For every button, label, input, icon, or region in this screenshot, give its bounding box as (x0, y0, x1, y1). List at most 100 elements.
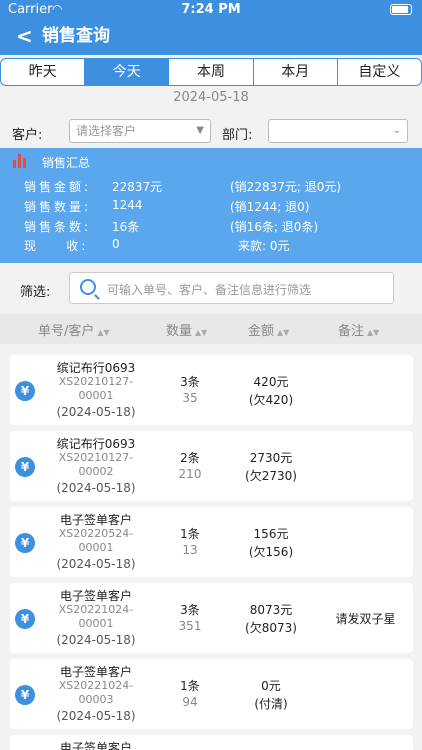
summary-detail: (销22837元; 退0元) (230, 180, 342, 194)
summary-value: 22837元 (112, 180, 163, 194)
yen-icon: ¥ (15, 609, 35, 629)
search-icon (80, 279, 96, 295)
row-note: 请发双子星 (335, 612, 396, 626)
bar-chart-icon (13, 154, 31, 168)
search-input[interactable]: 可输入单号、客户、备注信息进行筛选 (69, 272, 394, 304)
row-quantity: 210 (178, 467, 202, 481)
row-owed: (欠8073) (245, 621, 297, 635)
order-date: (2024-05-18) (56, 557, 136, 571)
order-number: XS20210127- 00001 (46, 375, 146, 403)
row-owed: (付清) (254, 697, 288, 711)
col-label: 备注 (338, 324, 365, 339)
customer-name: 缤记布行0693 (56, 361, 136, 375)
row-quantity: 351 (178, 619, 202, 633)
col-note[interactable]: 备注 ▲▼ (338, 320, 379, 339)
summary-label: 销售金额: (24, 180, 92, 194)
order-number-part: XS20221024- (58, 679, 134, 692)
yen-icon: ¥ (15, 457, 35, 477)
current-date[interactable]: 2024-05-18 (0, 90, 422, 105)
search-row: 筛选: 可输入单号、客户、备注信息进行筛选 (0, 272, 422, 304)
yen-icon: ¥ (15, 381, 35, 401)
col-order-customer[interactable]: 单号/客户 ▲▼ (38, 320, 110, 339)
order-number-part: XS20221024- (58, 603, 134, 616)
col-label: 金额 (248, 324, 275, 339)
table-row[interactable]: ¥ 电子签单客户 XS20221024- 00001 (2024-05-18) 3… (10, 583, 413, 653)
order-date: (2024-05-18) (56, 481, 136, 495)
table-row[interactable]: ¥ 缤记布行0693 XS20210127- 00001 (2024-05-18)… (10, 355, 413, 425)
tab-custom[interactable]: 自定义 (338, 59, 421, 85)
chevron-down-icon: ⌄ (392, 125, 401, 136)
row-count: 2条 (180, 451, 200, 465)
order-number-part: 00001 (78, 541, 114, 554)
summary-detail: (销16条; 退0条) (230, 220, 319, 234)
customer-name: 电子签单客户 (59, 741, 132, 750)
summary-label: 销售条数: (24, 220, 92, 234)
clock: 7:24 PM (181, 2, 241, 17)
summary-value: 16条 (112, 220, 140, 234)
table-row[interactable]: ¥ 电子签单客户 XS20221024- 00003 (2024-05-18) 1… (10, 659, 413, 729)
back-icon[interactable]: < (16, 22, 33, 50)
sort-icon: ▲▼ (97, 328, 110, 337)
order-number-part: 00003 (78, 693, 114, 706)
col-qty[interactable]: 数量 ▲▼ (166, 320, 207, 339)
row-quantity: 35 (182, 391, 198, 405)
row-owed: (欠156) (248, 545, 294, 559)
caret-down-icon: ▼ (196, 125, 204, 136)
table-row[interactable]: ¥ 缤记布行0693 XS20210127- 00002 (2024-05-18)… (10, 431, 413, 501)
summary-value: 1244 (112, 198, 143, 212)
sales-summary: 销售汇总 销售金额: 22837元 (销22837元; 退0元) 销售数量: 1… (0, 148, 422, 263)
customer-placeholder: 请选择客户 (76, 124, 137, 138)
row-quantity: 94 (182, 695, 198, 709)
customer-name: 电子签单客户 (59, 665, 132, 679)
order-number: XS20210127- 00002 (46, 451, 146, 479)
row-count: 1条 (180, 527, 200, 541)
customer-select[interactable]: 请选择客户 ▼ (69, 119, 211, 143)
order-number-part: 00002 (78, 465, 114, 478)
summary-value: 0 (112, 237, 120, 251)
col-amount[interactable]: 金额 ▲▼ (248, 320, 289, 339)
page-title: 销售查询 (42, 26, 110, 46)
summary-row: 销售条数: 16条 (销16条; 退0条) (24, 218, 404, 236)
tab-this-month[interactable]: 本月 (254, 59, 338, 85)
customer-name: 缤记布行0693 (56, 437, 136, 451)
summary-label: 销售数量: (24, 200, 92, 214)
row-count: 3条 (180, 375, 200, 389)
summary-detail: (销1244; 退0) (230, 200, 310, 214)
col-label: 单号/客户 (38, 324, 95, 339)
order-number-part: XS20210127- (58, 451, 134, 464)
order-number: XS20220524- 00001 (46, 527, 146, 555)
tab-today[interactable]: 今天 (85, 59, 170, 85)
order-date: (2024-05-18) (56, 405, 136, 419)
order-date: (2024-05-18) (56, 633, 136, 647)
table-row[interactable]: ¥ 电子签单客户 XS20220524- 00001 (2024-05-18) 1… (10, 507, 413, 577)
row-amount: 420元 (253, 375, 289, 389)
yen-icon: ¥ (15, 685, 35, 705)
order-number-part: 00001 (78, 389, 114, 402)
battery-icon (390, 4, 412, 15)
summary-detail: 来款: 0元 (238, 239, 290, 253)
col-label: 数量 (166, 324, 193, 339)
date-tabs: 昨天 今天 本周 本月 自定义 (0, 58, 422, 86)
yen-icon: ¥ (15, 533, 35, 553)
search-label: 筛选: (20, 285, 51, 300)
row-amount: 0元 (261, 679, 281, 693)
summary-row: 销售数量: 1244 (销1244; 退0) (24, 198, 404, 216)
tab-yesterday[interactable]: 昨天 (1, 59, 86, 85)
row-amount: 156元 (253, 527, 289, 541)
tab-this-week[interactable]: 本周 (169, 59, 254, 85)
app-header: Carrier ◠ 7:24 PM < 销售查询 (0, 0, 422, 55)
order-number-part: 00001 (78, 617, 114, 630)
row-count: 1条 (180, 679, 200, 693)
row-amount: 8073元 (249, 603, 293, 617)
customer-name: 电子签单客户 (59, 589, 132, 603)
row-owed: (欠420) (248, 393, 294, 407)
row-count: 3条 (180, 603, 200, 617)
customer-name: 电子签单客户 (59, 513, 132, 527)
table-row[interactable]: 电子签单客户 (10, 735, 413, 750)
sort-icon: ▲▼ (195, 328, 208, 337)
summary-row: 现 收: 0 来款: 0元 (24, 237, 404, 255)
summary-title: 销售汇总 (42, 156, 91, 170)
summary-row: 销售金额: 22837元 (销22837元; 退0元) (24, 178, 404, 196)
nav-bar: < 销售查询 (0, 22, 422, 52)
department-select[interactable]: ⌄ (268, 119, 408, 143)
